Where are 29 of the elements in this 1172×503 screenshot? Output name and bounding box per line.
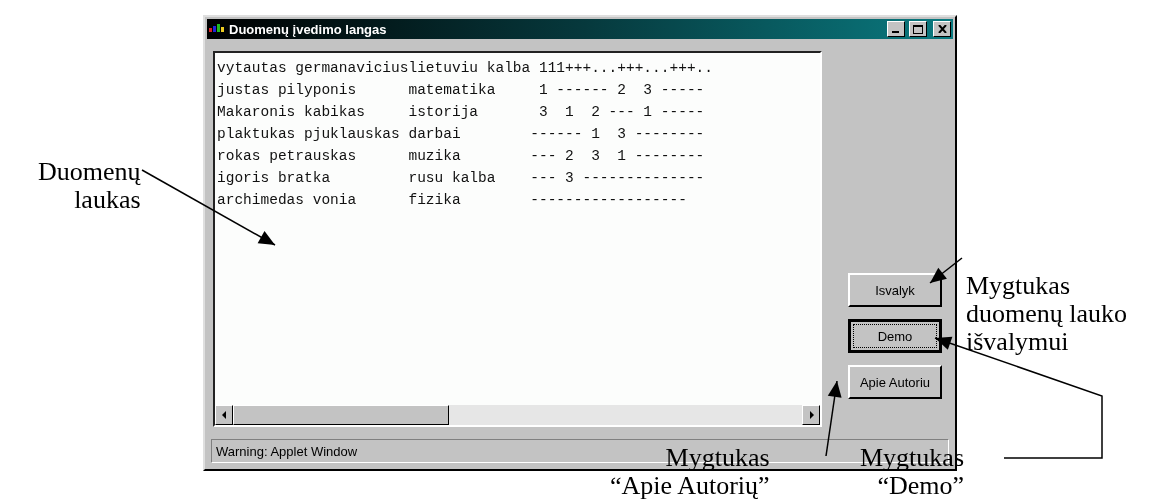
annotation-text: Mygtukas “Apie Autorių” — [610, 444, 770, 500]
horizontal-scrollbar[interactable] — [215, 405, 820, 425]
data-line: igoris bratka rusu kalba --- 3 -------------- — [217, 169, 705, 188]
status-text: Warning: Applet Window — [216, 443, 358, 459]
push-button[interactable]: Isvalyk — [848, 273, 942, 307]
data-line: vytautas germanaviciuslietuviu kalba 111+++...+++...+++.. — [217, 59, 713, 78]
maximize-button[interactable] — [909, 21, 927, 37]
data-line: rokas petrauskas muzika --- 2 3 1 -------- — [217, 147, 705, 166]
data-line: plaktukas pjuklauskas darbai ------ 1 3 -------- — [217, 125, 705, 144]
minimize-button[interactable] — [887, 21, 905, 37]
scroll-left-button[interactable] — [215, 405, 233, 425]
push-button[interactable]: Demo — [848, 319, 942, 353]
data-field[interactable] — [213, 51, 822, 427]
data-line: justas pilyponis matematika 1 ------ 2 3 ----- — [217, 81, 705, 100]
close-button[interactable] — [933, 21, 951, 37]
close-icon — [937, 25, 947, 33]
push-button[interactable]: Apie Autoriu — [848, 365, 942, 399]
arrow — [929, 257, 963, 284]
data-line: archimedas vonia fizika ------------------ — [217, 191, 687, 210]
right-arrow-icon — [808, 411, 814, 419]
window-title: Duomenų įvedimo langas — [229, 21, 388, 37]
maximize-icon — [913, 24, 923, 34]
left-arrow-icon — [221, 411, 227, 419]
app-icon — [209, 23, 225, 35]
scroll-thumb[interactable] — [233, 405, 449, 425]
annotation-text: Duomenų laukas — [38, 158, 141, 214]
scroll-right-button[interactable] — [802, 405, 820, 425]
annotation-text: Mygtukas duomenų lauko išvalymui — [966, 272, 1128, 356]
data-line: Makaronis kabikas istorija 3 1 2 --- 1 ----- — [217, 103, 705, 122]
